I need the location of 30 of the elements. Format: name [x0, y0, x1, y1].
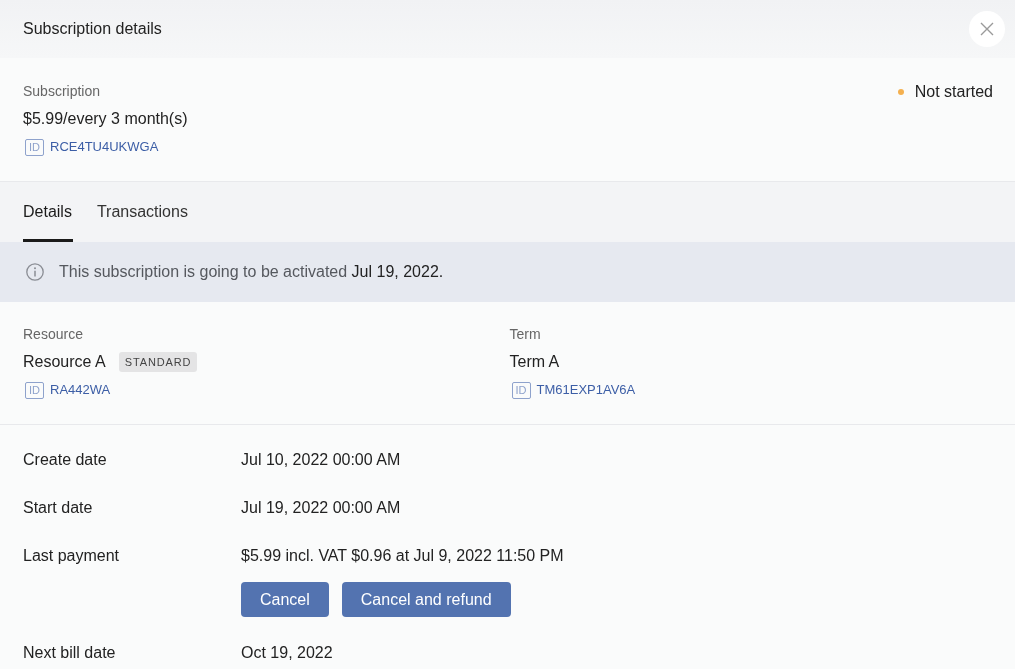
close-button[interactable] — [969, 11, 1005, 47]
item-label: Resource — [23, 326, 83, 342]
status-text: Not started — [914, 82, 993, 102]
field-value: Oct 19, 2022 — [241, 643, 333, 663]
field-value: $5.99 incl. VAT $0.96 at Jul 9, 2022 11:50 PM — [241, 546, 564, 566]
close-icon — [980, 22, 994, 36]
id-link[interactable]: TM61EXP1AV6A — [536, 380, 636, 400]
id-badge: ID — [511, 381, 531, 399]
field-label: Start date — [23, 499, 93, 516]
field-label: Next bill date — [23, 644, 116, 661]
action-button[interactable]: Cancel and refund — [341, 582, 511, 617]
item-label: Term — [509, 326, 541, 342]
field-label: Create date — [23, 451, 107, 468]
field-value: Jul 19, 2022 00:00 AM — [241, 498, 401, 518]
id-badge: ID — [25, 138, 44, 156]
subscription-label: Subscription — [23, 83, 101, 99]
dialog-title: Subscription details — [23, 19, 162, 39]
id-link[interactable]: RA442WA — [50, 380, 111, 400]
tab[interactable]: Transactions — [96, 182, 188, 242]
info-message: This subscription is going to be activated Jul 19, 2022. — [59, 262, 444, 282]
info-icon — [26, 263, 44, 281]
subscription-price: $5.99/every 3 month(s) — [23, 109, 188, 129]
id-badge: ID — [25, 381, 44, 399]
item-name: Resource A — [23, 352, 106, 372]
item-name: Term A — [509, 352, 560, 372]
action-button[interactable]: Cancel — [241, 582, 329, 617]
field-label: Last payment — [23, 547, 120, 564]
field-value: Jul 10, 2022 00:00 AM — [241, 450, 401, 470]
tag: STANDARD — [118, 352, 198, 372]
id-link[interactable]: RCE4TU4UKWGA — [50, 137, 159, 157]
